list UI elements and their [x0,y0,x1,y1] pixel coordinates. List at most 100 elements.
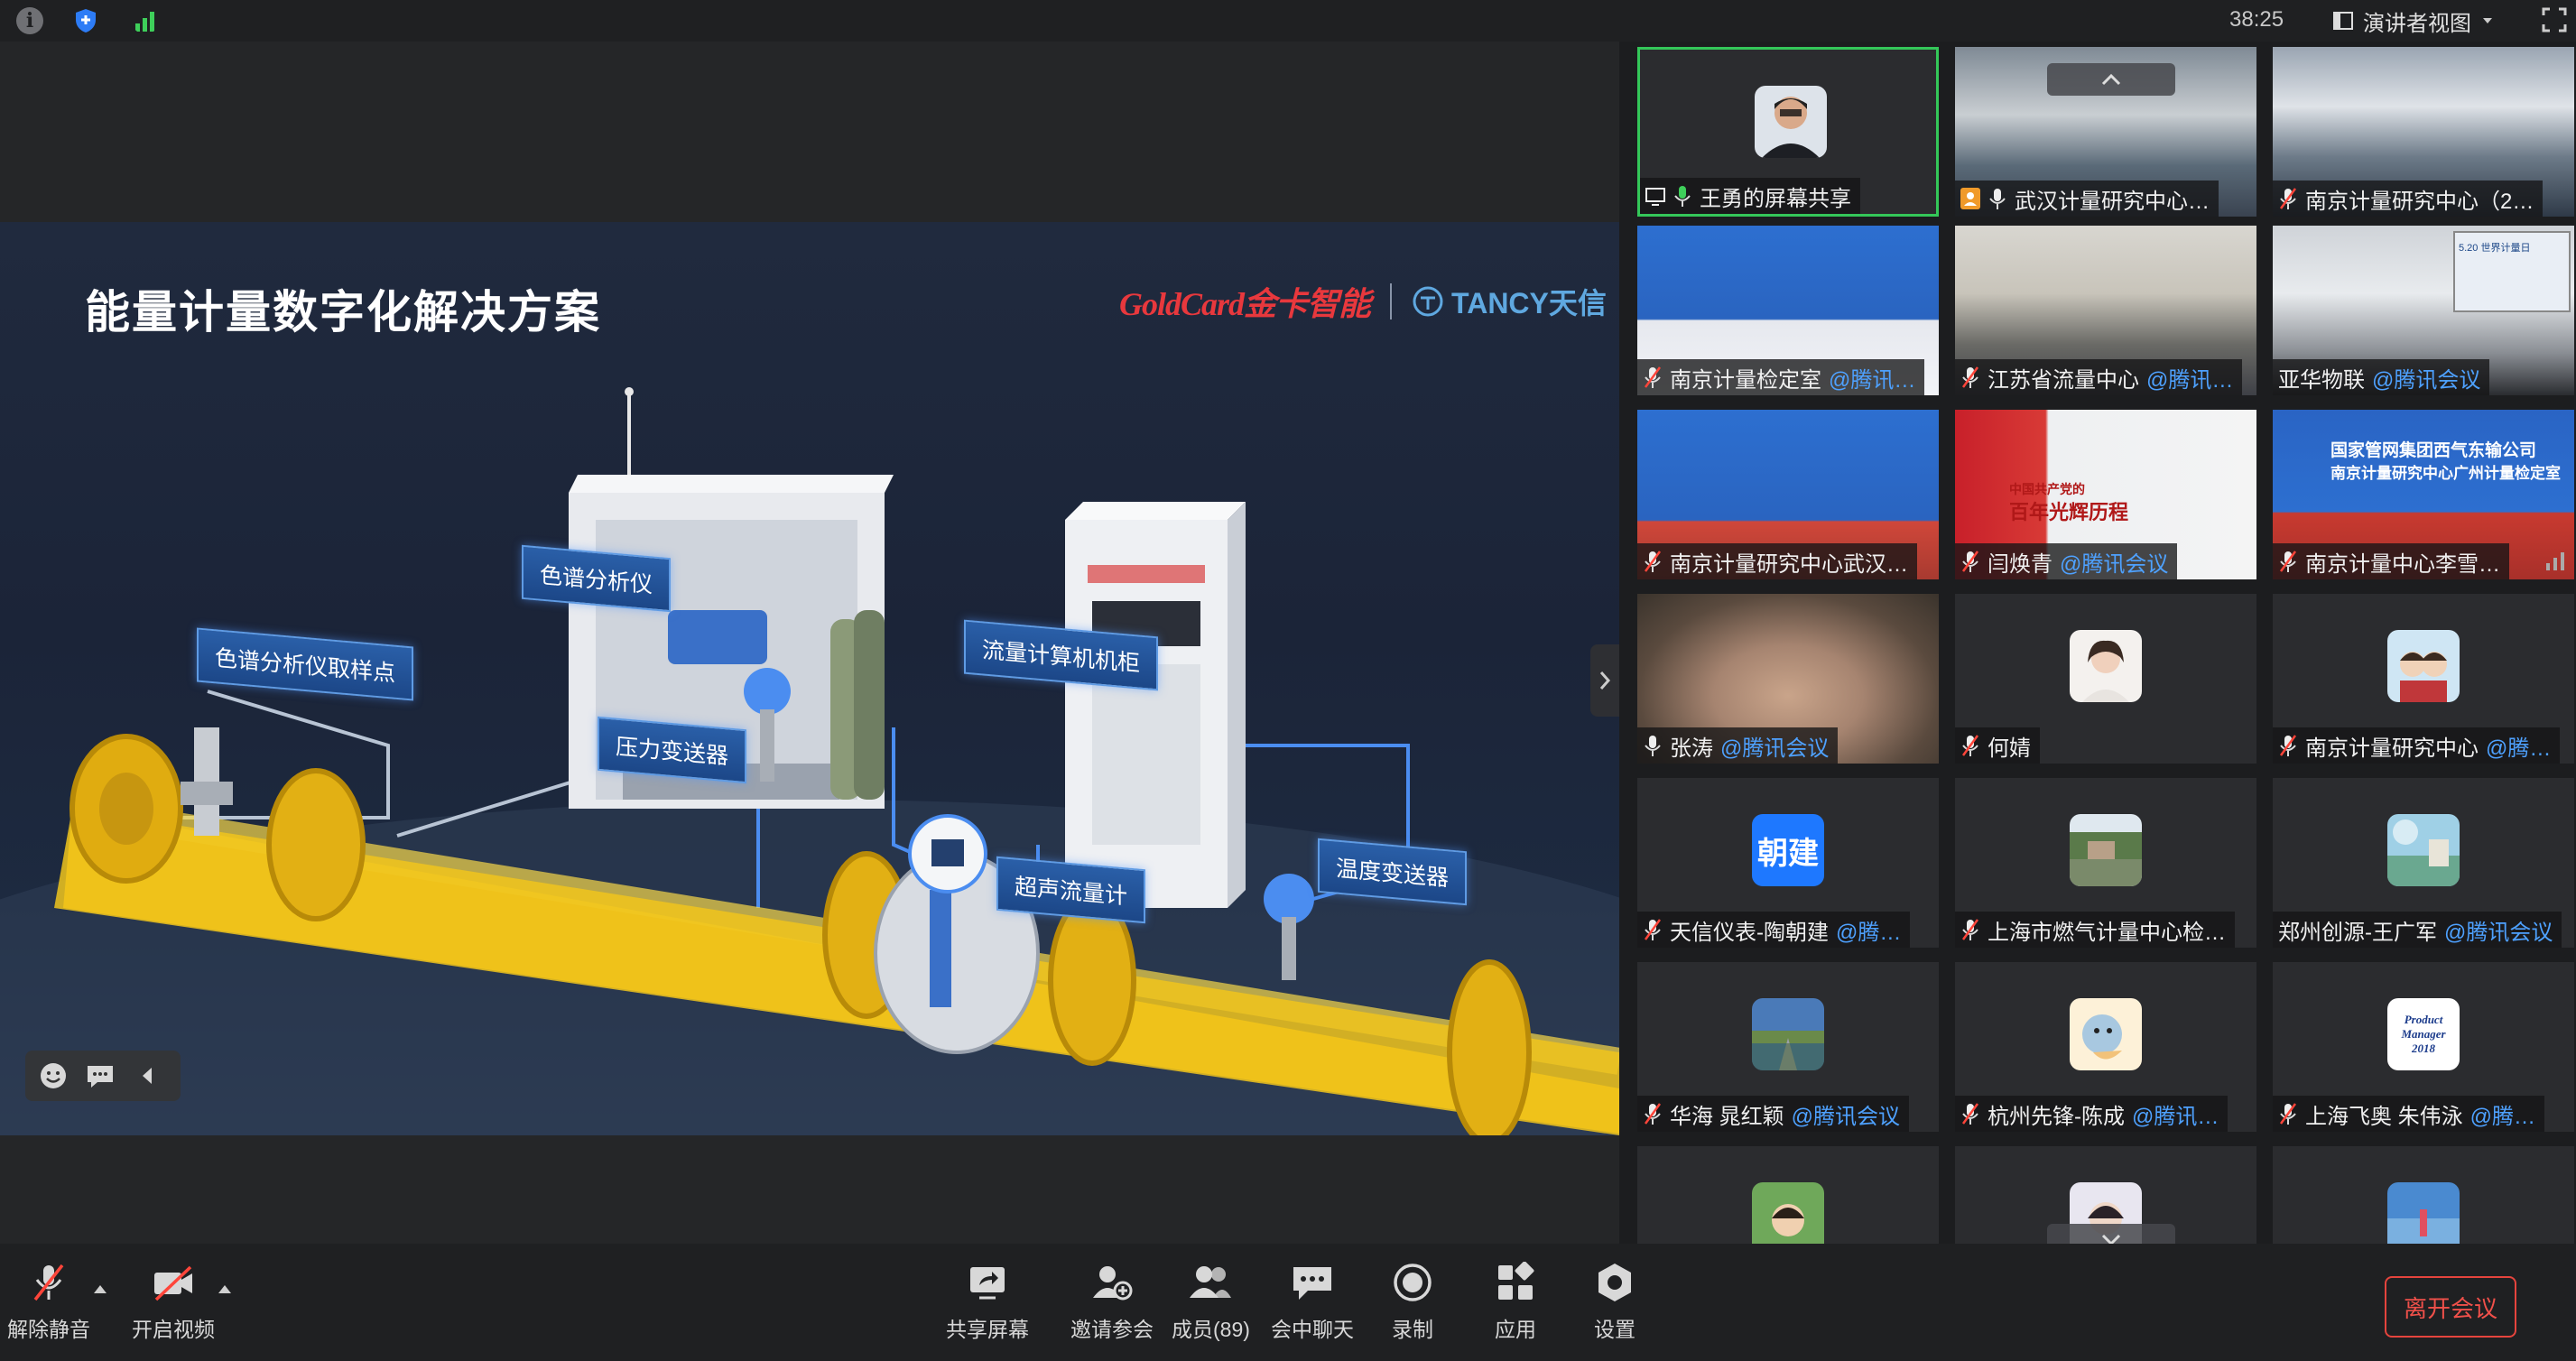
video-tile[interactable]: 王勇的屏幕共享 [1637,47,1939,217]
participant-name-bar: 江苏省流量中心 @腾讯… [1955,359,2243,395]
video-tile[interactable]: 南京计量研究中心武汉… [1637,410,1939,579]
video-options-caret[interactable] [218,1285,231,1293]
view-mode-button[interactable]: 演讲者视图 [2332,5,2495,36]
add-user-icon [1093,1266,1133,1301]
participant-name: 华海 晁红颖 [1670,1104,1784,1129]
video-tile[interactable]: Product Manager 2018 上海飞奥 朱伟泳 @腾… [2273,962,2574,1132]
emoji-icon[interactable] [38,1060,69,1091]
members-button[interactable]: 成员(89) [1172,1262,1250,1343]
mic-muted-icon [2279,1103,2297,1125]
audio-options-caret[interactable] [94,1285,107,1293]
meeting-timer: 38:25 [2229,7,2284,32]
apps-label: 应用 [1495,1318,1536,1341]
unmute-button[interactable]: 解除静音 [7,1262,90,1343]
participant-source-tag: @腾讯… [2132,1104,2219,1129]
meeting-toolbar: 解除静音 开启视频 共享屏幕 邀请参会 成员(89) 会中聊天 录制 应用 设置… [0,1244,2576,1361]
settings-button[interactable]: 设置 [1592,1262,1637,1343]
video-tile[interactable]: 江苏省流量中心 @腾讯… [1955,226,2256,395]
mic-muted-icon [33,1264,64,1301]
record-button[interactable]: 录制 [1390,1262,1435,1343]
video-tile[interactable]: 上海市燃气计量中心检… [1955,778,2256,948]
user-avatar: Product Manager 2018 [2387,998,2460,1070]
slogan-line-1: 中国共产党的 [2009,482,2085,496]
participant-source-tag: @腾讯… [2146,367,2234,393]
chevron-down-icon [2483,18,2492,23]
video-tile[interactable]: 张涛 @腾讯会议 [1637,594,1939,764]
collapse-left-icon[interactable] [132,1060,162,1091]
video-tile[interactable]: 南京计量检定室 @腾讯… [1637,226,1939,395]
avatar-caption-line-3: 2018 [2412,1042,2435,1055]
mic-on-icon [1645,736,1661,756]
participant-source-tag: @腾… [1836,920,1902,945]
avatar-caption-line-2: Manager [2401,1027,2446,1041]
camera-off-icon [154,1265,192,1301]
video-tile[interactable]: 何婧 [1955,594,2256,764]
slide-title: 能量计量数字化解决方案 [85,287,601,338]
video-tile[interactable] [2273,1146,2574,1244]
invite-button[interactable]: 邀请参会 [1070,1262,1154,1343]
video-tile[interactable]: 南京计量研究中心 @腾… [2273,594,2574,764]
screen-share-icon [1645,188,1665,206]
participant-source-tag: @腾讯会议 [2372,367,2481,393]
user-avatar [2387,1182,2460,1244]
members-icon [1190,1266,1232,1298]
share-screen-button[interactable]: 共享屏幕 [946,1262,1029,1343]
participant-source-tag: @腾讯会议 [1720,736,1830,761]
mic-muted-icon [1961,919,1979,940]
mic-muted-icon [1644,366,1662,388]
top-bar: i 38:25 演讲者视图 [0,0,2576,42]
slogan-line-2: 百年光辉历程 [2009,501,2129,523]
participant-source-tag: @腾讯会议 [1791,1104,1901,1129]
video-tile[interactable]: 华海 晁红颖 @腾讯会议 [1637,962,1939,1132]
participant-name-bar: 亚华物联 @腾讯会议 [2273,359,2490,395]
participant-source-tag: @腾… [2486,736,2552,761]
start-video-button[interactable]: 开启视频 [132,1262,215,1343]
video-tile[interactable] [1637,1146,1939,1244]
participants-panel[interactable]: 王勇的屏幕共享 武汉计量研究中心… 南京计量研究中心（2… 南京计量检定室 @腾… [1619,42,2576,1244]
layout-icon [2333,12,2353,30]
presentation-slide: 能量计量数字化解决方案 GoldCard金卡智能 TANCY天信 色谱分析仪取样… [0,222,1619,1135]
video-tile[interactable]: 国家管网集团西气东输公司 南京计量研究中心广州计量检定室 南京计量中心李雪… [2273,410,2574,579]
participant-name-bar: 何婧 [1955,727,2040,764]
video-tile[interactable]: 南京计量研究中心（2… [2273,47,2574,217]
leave-meeting-button[interactable]: 离开会议 [2385,1276,2516,1338]
participant-name-bar: 王勇的屏幕共享 [1640,178,1860,214]
participant-name: 南京计量研究中心 [2305,736,2479,761]
user-avatar [1752,998,1824,1070]
video-tile[interactable]: 中国共产党的 百年光辉历程 闫焕青 @腾讯会议 [1955,410,2256,579]
signal-icon[interactable] [132,7,159,34]
participant-name-bar: 南京计量检定室 @腾讯… [1637,359,1925,395]
goldcard-logo: GoldCard金卡智能 [1119,286,1371,322]
record-label: 录制 [1392,1318,1433,1341]
fullscreen-icon[interactable] [2542,7,2567,32]
user-avatar [2387,630,2460,702]
video-tile[interactable]: 杭州先锋-陈成 @腾讯… [1955,962,2256,1132]
brand-logos: GoldCard金卡智能 TANCY天信 [1119,278,1607,325]
mic-muted-icon [2279,735,2297,756]
mic-on-icon [1989,189,2006,209]
video-tile[interactable]: 郑州创源-王广军 @腾讯会议 [2273,778,2574,948]
scroll-up-button[interactable] [2047,63,2175,96]
participant-name-bar: 南京计量研究中心武汉… [1637,543,1917,579]
video-tile[interactable]: 5.20 世界计量日 亚华物联 @腾讯会议 [2273,226,2574,395]
video-tile[interactable]: 朝建 天信仪表-陶朝建 @腾… [1637,778,1939,948]
chat-button[interactable]: 会中聊天 [1271,1262,1354,1343]
shield-icon[interactable] [72,7,99,34]
settings-label: 设置 [1594,1318,1635,1341]
participant-source-tag: @腾讯会议 [2060,551,2169,577]
user-avatar [2387,814,2460,886]
participant-name-bar: 天信仪表-陶朝建 @腾… [1637,912,1911,948]
panel-collapse-handle[interactable] [1590,644,1619,717]
participant-name-bar: 杭州先锋-陈成 @腾讯… [1955,1096,2229,1132]
user-avatar [1755,86,1827,158]
mic-muted-icon [1961,735,1979,756]
chat-icon [1293,1267,1331,1300]
apps-button[interactable]: 应用 [1493,1262,1538,1343]
chat-label: 会中聊天 [1271,1318,1354,1341]
participant-name: 张涛 [1670,736,1713,761]
info-icon[interactable]: i [16,7,43,34]
user-avatar [2070,998,2142,1070]
chevron-right-icon [1599,671,1611,690]
comment-icon[interactable] [85,1060,116,1091]
tancy-logo-text: TANCY天信 [1451,287,1607,319]
